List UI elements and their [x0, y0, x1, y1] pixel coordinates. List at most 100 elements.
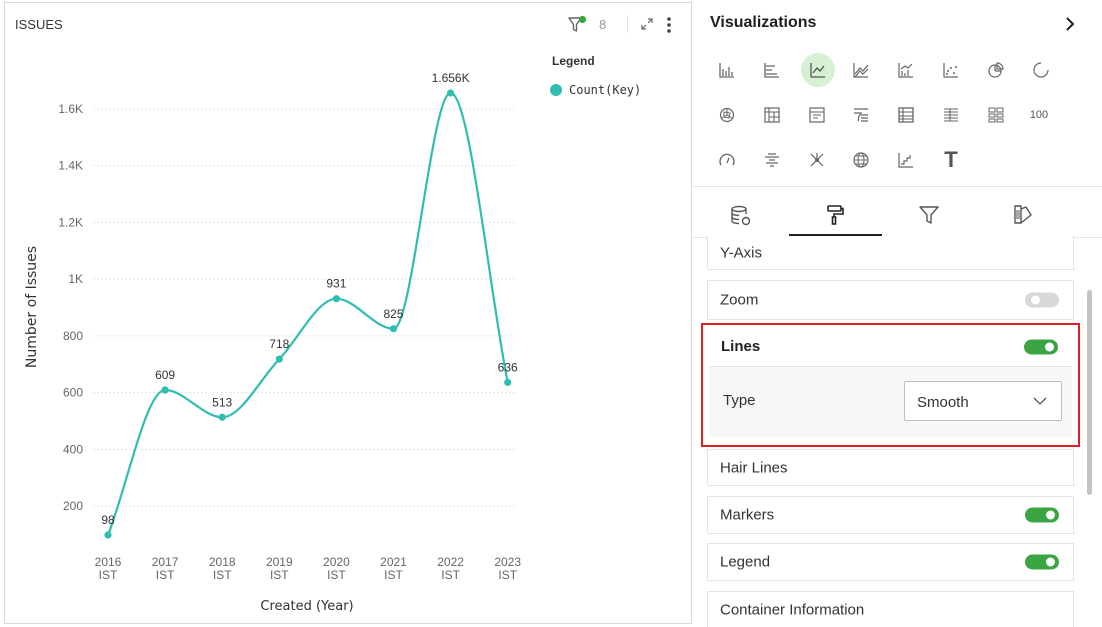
legend-toggle[interactable]	[1025, 554, 1059, 570]
section-label: Lines	[721, 338, 761, 355]
section-label: Y-Axis	[720, 244, 762, 262]
funnel-table-icon[interactable]	[850, 104, 872, 126]
x-tick-label: 2020	[323, 555, 350, 569]
y-tick-label: 200	[63, 499, 83, 513]
section-legend[interactable]: Legend	[707, 543, 1074, 581]
area-chart-icon[interactable]	[850, 59, 872, 81]
data-point	[447, 89, 455, 97]
combo-chart-icon[interactable]	[895, 59, 917, 81]
data-point	[389, 325, 398, 333]
kpi-number-text: 100	[1029, 109, 1049, 121]
x-tick-label: IST	[498, 568, 517, 582]
section-container-information[interactable]: Container Information	[707, 591, 1074, 627]
data-label: 931	[326, 277, 346, 291]
scrollbar-thumb[interactable]	[1087, 290, 1092, 495]
section-y-axis[interactable]: Y-Axis	[707, 236, 1074, 270]
kpi-number-icon[interactable]: 100	[1028, 104, 1050, 126]
radar-chart-icon[interactable]	[716, 104, 738, 126]
data-point	[218, 413, 226, 421]
data-point	[104, 531, 112, 539]
x-tick-label: IST	[327, 568, 346, 582]
y-axis-title: Number of Issues	[24, 246, 40, 368]
chevron-down-icon	[1033, 397, 1047, 405]
data-point	[275, 355, 283, 363]
lines-section-highlight: Lines Type Smooth	[701, 323, 1080, 447]
data-settings-tab-icon[interactable]	[729, 204, 753, 228]
visualizations-panel: Visualizations 100 T Y-Axis Zoom Lines T…	[693, 0, 1102, 627]
y-tick-label: 800	[63, 329, 83, 343]
gauge-icon[interactable]	[716, 149, 738, 171]
data-label: 825	[383, 307, 403, 321]
lines-type-row: Type Smooth	[709, 367, 1072, 437]
line-chart-icon[interactable]	[801, 53, 835, 87]
divider	[693, 186, 1102, 187]
line-chart: 2004006008001K1.2K1.4K1.6K2016IST2017IST…	[24, 71, 521, 614]
network-chart-icon[interactable]	[806, 149, 828, 171]
pivot-table-icon[interactable]	[761, 104, 783, 126]
section-label: Zoom	[720, 291, 759, 309]
data-label: 98	[101, 513, 115, 527]
section-markers[interactable]: Markers	[707, 496, 1074, 534]
x-tick-label: 2022	[437, 555, 464, 569]
theme-tab-icon[interactable]	[1011, 203, 1035, 227]
text-viz-glyph: T	[944, 147, 958, 172]
type-label: Type	[723, 392, 756, 409]
section-label: Container Information	[720, 601, 865, 619]
y-tick-label: 1.4K	[58, 159, 83, 173]
zoom-toggle[interactable]	[1025, 292, 1059, 308]
chart-panel: ISSUES 8 Legend Count(Key) 200 400 600 800 1…	[4, 2, 692, 624]
panel-title: Visualizations	[710, 14, 817, 31]
list-table-icon[interactable]	[940, 104, 962, 126]
lines-toggle[interactable]	[1024, 339, 1058, 355]
line-type-value: Smooth	[917, 394, 969, 411]
data-point	[332, 295, 340, 303]
x-tick-label: IST	[384, 568, 403, 582]
text-visualization-icon[interactable]: T	[940, 147, 962, 172]
table-detail-icon[interactable]	[806, 104, 828, 126]
x-tick-label: 2021	[380, 555, 407, 569]
step-chart-icon[interactable]	[895, 149, 917, 171]
y-tick-label: 600	[63, 386, 83, 400]
section-lines[interactable]: Lines	[709, 325, 1072, 367]
y-tick-label: 1K	[68, 272, 83, 286]
section-zoom[interactable]: Zoom	[707, 280, 1074, 320]
y-tick-label: 1.2K	[58, 215, 83, 229]
data-label: 609	[155, 368, 175, 382]
horizontal-bar-chart-icon[interactable]	[761, 59, 783, 81]
data-label: 1.656K	[432, 71, 470, 85]
x-tick-label: 2016	[95, 555, 122, 569]
donut-chart-icon[interactable]	[1030, 59, 1052, 81]
x-axis-title: Created (Year)	[260, 599, 353, 614]
chevron-right-icon[interactable]	[1063, 14, 1077, 34]
data-label: 636	[498, 360, 518, 374]
x-tick-label: IST	[156, 568, 175, 582]
x-tick-label: 2017	[152, 555, 179, 569]
data-point	[504, 378, 512, 386]
data-label: 513	[212, 395, 232, 409]
data-label: 718	[269, 337, 289, 351]
x-tick-label: IST	[213, 568, 232, 582]
x-tick-label: 2023	[494, 555, 521, 569]
x-tick-label: IST	[441, 568, 460, 582]
line-type-dropdown[interactable]: Smooth	[904, 381, 1062, 421]
section-label: Legend	[720, 553, 771, 571]
scatter-chart-icon[interactable]	[940, 59, 962, 81]
data-point	[161, 386, 169, 394]
globe-map-icon[interactable]	[850, 149, 872, 171]
x-tick-label: 2019	[266, 555, 293, 569]
filter-tab-icon[interactable]	[917, 203, 941, 227]
format-paint-tab-icon[interactable]	[823, 203, 847, 227]
section-hair-lines[interactable]: Hair Lines	[707, 449, 1074, 486]
x-tick-label: IST	[99, 568, 118, 582]
x-tick-label: IST	[270, 568, 289, 582]
tree-grid-icon[interactable]	[761, 149, 783, 171]
markers-toggle[interactable]	[1025, 507, 1059, 523]
tile-grid-icon[interactable]	[985, 104, 1007, 126]
series-line	[106, 91, 509, 536]
y-tick-label: 400	[63, 442, 83, 456]
table-icon[interactable]	[895, 104, 917, 126]
section-label: Hair Lines	[720, 459, 788, 476]
pie-chart-icon[interactable]	[985, 59, 1007, 81]
section-label: Markers	[720, 506, 775, 524]
bar-chart-icon[interactable]	[716, 59, 738, 81]
